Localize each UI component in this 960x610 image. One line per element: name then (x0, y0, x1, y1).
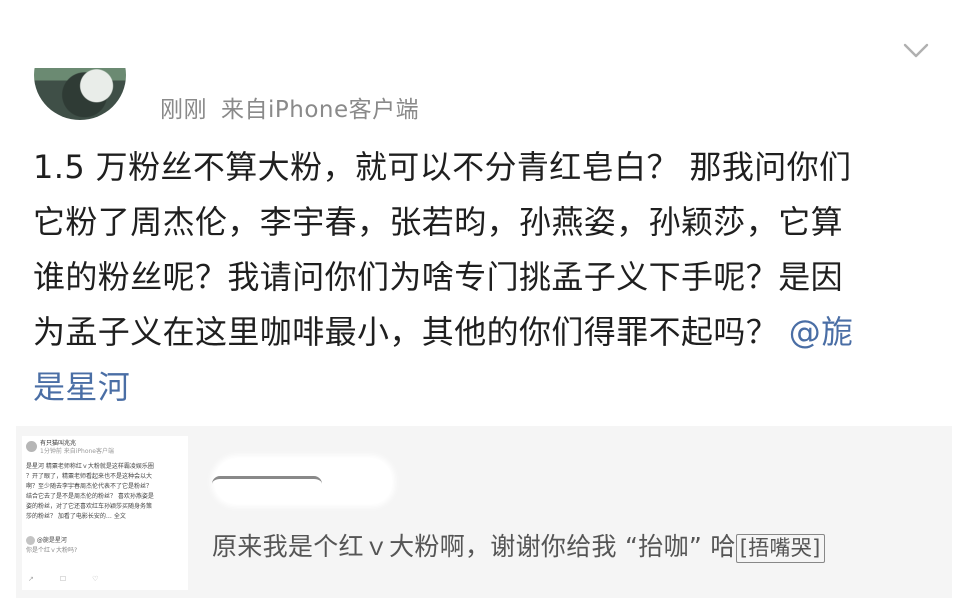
post-line-text: 为孟子义在这里咖啡最小，其他的你们得罪不起吗？ (33, 313, 779, 351)
thumbnail-line: 结合它去了是不是周杰伦的粉丝？ 喜欢孙燕姿是 (26, 493, 154, 500)
post-meta: 刚刚 来自iPhone客户端 (160, 90, 419, 124)
quoted-text: 你是个红ｖ大粉吗? (26, 547, 78, 554)
post-line: 它粉了周杰伦，李宇春，张若昀，孙燕姿，孙颖莎，它算 (33, 203, 844, 241)
redacted-text-fragment (212, 476, 322, 511)
mention-link-continued[interactable]: 是星河 (33, 368, 130, 406)
thumbnail-avatar (26, 441, 37, 452)
comment-icon: ☐ (59, 575, 67, 583)
post-line: 是星河 (33, 360, 933, 415)
share-icon: ↗ (28, 575, 34, 583)
repost-thumbnail[interactable]: 有只猫叫兆兆 1分钟前 来自iPhone客户端 是星河 精粟老师称红ｖ大粉就是这… (22, 436, 188, 590)
thumbnail-line: 姿的粉丝，对了它还喜欢红车孙颖莎买随身务策 (26, 503, 153, 510)
thumbnail-line: 啊？至少随去李宇春周杰伦代表不了它是粉丝？ (26, 483, 153, 490)
repost-reply: 原来我是个红ｖ大粉啊，谢谢你给我 “抬咖” 哈 [捂嘴哭] (212, 527, 825, 563)
post-time: 刚刚 (160, 97, 207, 123)
thumbnail-quoted: @旎是星河 你是个红ｖ大粉吗? (26, 536, 186, 556)
thumbnail-time: 1分钟前 来自iPhone客户端 (40, 448, 114, 455)
reply-text: 原来我是个红ｖ大粉啊，谢谢你给我 “抬咖” 哈 (212, 532, 736, 561)
post-line: 谁的粉丝呢？我请问你们为啥专门挑孟子义下手呢？是因 (33, 258, 844, 296)
post-source: 来自iPhone客户端 (221, 97, 420, 123)
quoted-avatar (26, 536, 35, 545)
thumbnail-line: ？开了眼了，精粟老师看起来也不是这种会以大 (26, 473, 153, 480)
like-icon: ♡ (92, 575, 99, 583)
mention-link[interactable]: @旎 (789, 313, 854, 351)
thumbnail-actions: ↗ ☐ ♡ (28, 574, 124, 584)
thumbnail-line: 是星河 精粟老师称红ｖ大粉就是这样霸凌娱乐圈 (26, 463, 154, 470)
post-line: 为孟子义在这里咖啡最小，其他的你们得罪不起吗？ @旎 (33, 305, 933, 360)
post-line: 1.5 万粉丝不算大粉，就可以不分青红皂白？ 那我问你们 (33, 148, 852, 186)
chevron-down-icon[interactable] (902, 36, 930, 64)
thumbnail-line: 莎的粉丝？ 加看了电影长安的… 全文 (26, 513, 126, 520)
user-avatar[interactable] (34, 30, 126, 120)
thumbnail-body: 是星河 精粟老师称红ｖ大粉就是这样霸凌娱乐圈 ？开了眼了，精粟老师看起来也不是这… (26, 462, 186, 522)
quoted-username: @旎是星河 (36, 537, 67, 544)
post-body: 1.5 万粉丝不算大粉，就可以不分青红皂白？ 那我问你们 它粉了周杰伦，李宇春，… (33, 140, 933, 415)
emoji-label: [捂嘴哭] (735, 534, 825, 563)
